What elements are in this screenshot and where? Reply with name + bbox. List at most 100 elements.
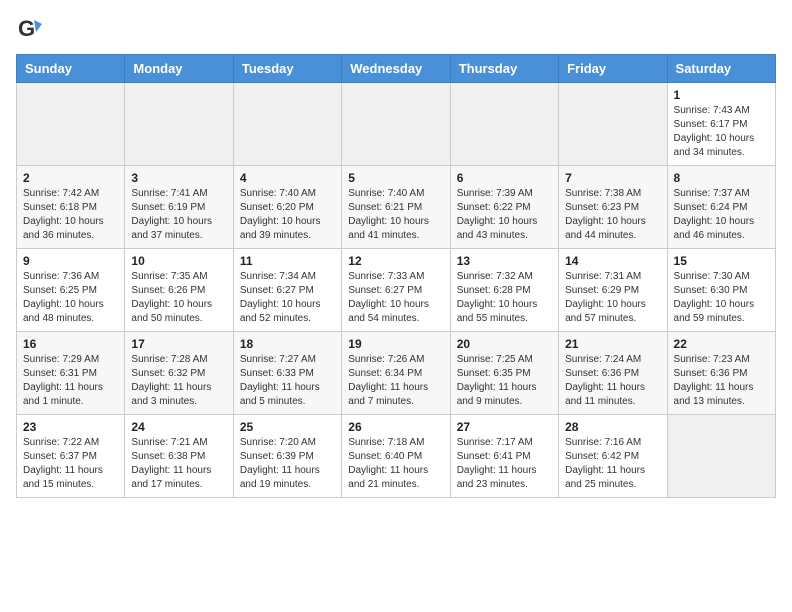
day-info: Sunrise: 7:29 AM Sunset: 6:31 PM Dayligh… xyxy=(23,353,118,409)
day-info: Sunrise: 7:32 AM Sunset: 6:28 PM Dayligh… xyxy=(457,270,552,326)
calendar-cell: 25 Sunrise: 7:20 AM Sunset: 6:39 PM Dayli… xyxy=(233,415,341,498)
day-number: 16 xyxy=(23,337,118,351)
day-info: Sunrise: 7:17 AM Sunset: 6:41 PM Dayligh… xyxy=(457,436,552,492)
day-info: Sunrise: 7:26 AM Sunset: 6:34 PM Dayligh… xyxy=(348,353,443,409)
calendar-cell: 23 Sunrise: 7:22 AM Sunset: 6:37 PM Dayli… xyxy=(17,415,125,498)
day-number: 19 xyxy=(348,337,443,351)
day-info: Sunrise: 7:36 AM Sunset: 6:25 PM Dayligh… xyxy=(23,270,118,326)
calendar-cell: 14Sunrise: 7:31 AM Sunset: 6:29 PM Dayli… xyxy=(559,249,667,332)
calendar-week-5: 23 Sunrise: 7:22 AM Sunset: 6:37 PM Dayli… xyxy=(17,415,776,498)
col-header-wednesday: Wednesday xyxy=(342,55,450,83)
logo-icon: G xyxy=(16,16,44,44)
calendar-cell xyxy=(125,83,233,166)
day-info: Sunrise: 7:20 AM Sunset: 6:39 PM Dayligh… xyxy=(240,436,335,492)
day-info: Sunrise: 7:16 AM Sunset: 6:42 PM Dayligh… xyxy=(565,436,660,492)
day-info: Sunrise: 7:38 AM Sunset: 6:23 PM Dayligh… xyxy=(565,187,660,243)
day-number: 11 xyxy=(240,254,335,268)
day-number: 17 xyxy=(131,337,226,351)
day-number: 18 xyxy=(240,337,335,351)
day-info: Sunrise: 7:21 AM Sunset: 6:38 PM Dayligh… xyxy=(131,436,226,492)
calendar-cell xyxy=(233,83,341,166)
day-number: 9 xyxy=(23,254,118,268)
day-number: 7 xyxy=(565,171,660,185)
calendar-cell xyxy=(342,83,450,166)
calendar-week-4: 16 Sunrise: 7:29 AM Sunset: 6:31 PM Dayli… xyxy=(17,332,776,415)
day-info: Sunrise: 7:31 AM Sunset: 6:29 PM Dayligh… xyxy=(565,270,660,326)
day-info: Sunrise: 7:25 AM Sunset: 6:35 PM Dayligh… xyxy=(457,353,552,409)
day-number: 2 xyxy=(23,171,118,185)
day-number: 21 xyxy=(565,337,660,351)
day-info: Sunrise: 7:41 AM Sunset: 6:19 PM Dayligh… xyxy=(131,187,226,243)
calendar-cell xyxy=(559,83,667,166)
day-info: Sunrise: 7:18 AM Sunset: 6:40 PM Dayligh… xyxy=(348,436,443,492)
calendar-table: SundayMondayTuesdayWednesdayThursdayFrid… xyxy=(16,54,776,498)
calendar-week-2: 2 Sunrise: 7:42 AM Sunset: 6:18 PM Daylig… xyxy=(17,166,776,249)
day-info: Sunrise: 7:28 AM Sunset: 6:32 PM Dayligh… xyxy=(131,353,226,409)
calendar-week-3: 9 Sunrise: 7:36 AM Sunset: 6:25 PM Daylig… xyxy=(17,249,776,332)
col-header-friday: Friday xyxy=(559,55,667,83)
day-number: 15 xyxy=(674,254,769,268)
day-info: Sunrise: 7:22 AM Sunset: 6:37 PM Dayligh… xyxy=(23,436,118,492)
day-info: Sunrise: 7:35 AM Sunset: 6:26 PM Dayligh… xyxy=(131,270,226,326)
calendar-cell: 9 Sunrise: 7:36 AM Sunset: 6:25 PM Daylig… xyxy=(17,249,125,332)
calendar-cell: 3 Sunrise: 7:41 AM Sunset: 6:19 PM Daylig… xyxy=(125,166,233,249)
calendar-cell xyxy=(667,415,775,498)
calendar-cell: 4 Sunrise: 7:40 AM Sunset: 6:20 PM Daylig… xyxy=(233,166,341,249)
day-info: Sunrise: 7:39 AM Sunset: 6:22 PM Dayligh… xyxy=(457,187,552,243)
svg-text:G: G xyxy=(18,16,35,41)
calendar-cell: 8 Sunrise: 7:37 AM Sunset: 6:24 PM Daylig… xyxy=(667,166,775,249)
day-info: Sunrise: 7:34 AM Sunset: 6:27 PM Dayligh… xyxy=(240,270,335,326)
calendar-cell: 1 Sunrise: 7:43 AM Sunset: 6:17 PM Daylig… xyxy=(667,83,775,166)
calendar-cell: 2 Sunrise: 7:42 AM Sunset: 6:18 PM Daylig… xyxy=(17,166,125,249)
calendar-cell: 5 Sunrise: 7:40 AM Sunset: 6:21 PM Daylig… xyxy=(342,166,450,249)
day-number: 25 xyxy=(240,420,335,434)
calendar-header-row: SundayMondayTuesdayWednesdayThursdayFrid… xyxy=(17,55,776,83)
day-number: 3 xyxy=(131,171,226,185)
calendar-cell: 16 Sunrise: 7:29 AM Sunset: 6:31 PM Dayli… xyxy=(17,332,125,415)
day-info: Sunrise: 7:30 AM Sunset: 6:30 PM Dayligh… xyxy=(674,270,769,326)
day-number: 5 xyxy=(348,171,443,185)
day-number: 8 xyxy=(674,171,769,185)
day-number: 4 xyxy=(240,171,335,185)
calendar-cell: 18 Sunrise: 7:27 AM Sunset: 6:33 PM Dayli… xyxy=(233,332,341,415)
day-number: 26 xyxy=(348,420,443,434)
calendar-cell: 11 Sunrise: 7:34 AM Sunset: 6:27 PM Dayli… xyxy=(233,249,341,332)
calendar-cell: 28 Sunrise: 7:16 AM Sunset: 6:42 PM Dayli… xyxy=(559,415,667,498)
day-number: 13 xyxy=(457,254,552,268)
day-info: Sunrise: 7:42 AM Sunset: 6:18 PM Dayligh… xyxy=(23,187,118,243)
col-header-saturday: Saturday xyxy=(667,55,775,83)
day-info: Sunrise: 7:23 AM Sunset: 6:36 PM Dayligh… xyxy=(674,353,769,409)
col-header-tuesday: Tuesday xyxy=(233,55,341,83)
day-number: 20 xyxy=(457,337,552,351)
calendar-cell xyxy=(17,83,125,166)
day-info: Sunrise: 7:33 AM Sunset: 6:27 PM Dayligh… xyxy=(348,270,443,326)
logo: G xyxy=(16,16,46,44)
day-info: Sunrise: 7:40 AM Sunset: 6:21 PM Dayligh… xyxy=(348,187,443,243)
calendar-cell: 7 Sunrise: 7:38 AM Sunset: 6:23 PM Daylig… xyxy=(559,166,667,249)
calendar-cell: 15 Sunrise: 7:30 AM Sunset: 6:30 PM Dayli… xyxy=(667,249,775,332)
calendar-cell: 13 Sunrise: 7:32 AM Sunset: 6:28 PM Dayli… xyxy=(450,249,558,332)
day-info: Sunrise: 7:27 AM Sunset: 6:33 PM Dayligh… xyxy=(240,353,335,409)
day-number: 6 xyxy=(457,171,552,185)
day-number: 28 xyxy=(565,420,660,434)
col-header-thursday: Thursday xyxy=(450,55,558,83)
calendar-cell: 21 Sunrise: 7:24 AM Sunset: 6:36 PM Dayli… xyxy=(559,332,667,415)
day-info: Sunrise: 7:24 AM Sunset: 6:36 PM Dayligh… xyxy=(565,353,660,409)
day-number: 22 xyxy=(674,337,769,351)
calendar-week-1: 1 Sunrise: 7:43 AM Sunset: 6:17 PM Daylig… xyxy=(17,83,776,166)
day-info: Sunrise: 7:37 AM Sunset: 6:24 PM Dayligh… xyxy=(674,187,769,243)
col-header-sunday: Sunday xyxy=(17,55,125,83)
day-info: Sunrise: 7:43 AM Sunset: 6:17 PM Dayligh… xyxy=(674,104,769,160)
day-info: Sunrise: 7:40 AM Sunset: 6:20 PM Dayligh… xyxy=(240,187,335,243)
day-number: 23 xyxy=(23,420,118,434)
calendar-cell: 20 Sunrise: 7:25 AM Sunset: 6:35 PM Dayli… xyxy=(450,332,558,415)
calendar-cell xyxy=(450,83,558,166)
day-number: 12 xyxy=(348,254,443,268)
day-number: 10 xyxy=(131,254,226,268)
calendar-cell: 12 Sunrise: 7:33 AM Sunset: 6:27 PM Dayli… xyxy=(342,249,450,332)
day-number: 27 xyxy=(457,420,552,434)
col-header-monday: Monday xyxy=(125,55,233,83)
day-number: 1 xyxy=(674,88,769,102)
calendar-cell: 26 Sunrise: 7:18 AM Sunset: 6:40 PM Dayli… xyxy=(342,415,450,498)
calendar-cell: 10 Sunrise: 7:35 AM Sunset: 6:26 PM Dayli… xyxy=(125,249,233,332)
